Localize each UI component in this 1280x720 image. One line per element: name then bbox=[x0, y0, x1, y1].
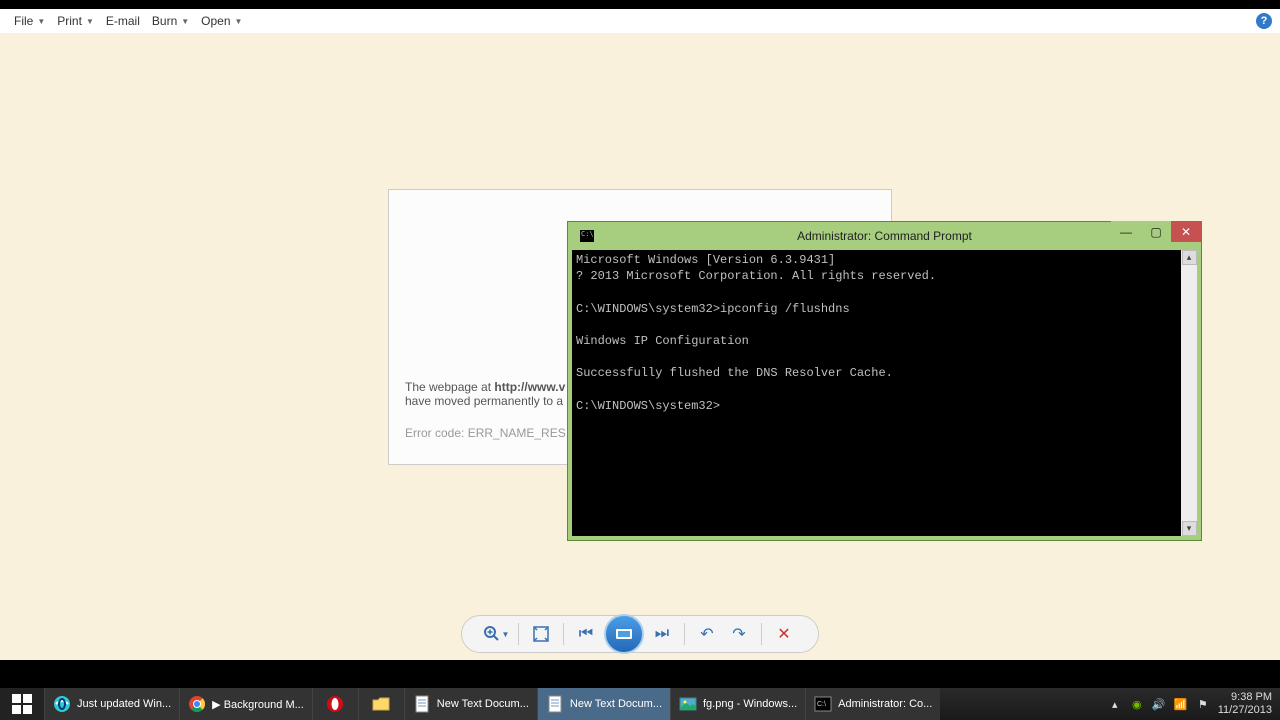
caret-icon: ▼ bbox=[181, 17, 189, 26]
photo-viewer-menubar: File▼ Print▼ E-mail Burn▼ Open▼ ? bbox=[0, 9, 1280, 33]
taskbar-item-label: Just updated Win... bbox=[77, 698, 171, 710]
taskbar-clock[interactable]: 9:38 PM 11/27/2013 bbox=[1218, 691, 1272, 716]
caret-icon: ▼ bbox=[37, 17, 45, 26]
command-prompt-window[interactable]: Administrator: Command Prompt — ▢ ✕ Micr… bbox=[567, 221, 1202, 541]
cmd-icon bbox=[580, 230, 594, 242]
window-controls: — ▢ ✕ bbox=[1111, 221, 1201, 242]
next-button[interactable]: ⏭ bbox=[648, 620, 676, 648]
taskbar-item-label: ▶ Background M... bbox=[212, 698, 304, 711]
ie-icon bbox=[53, 695, 71, 713]
scroll-down-icon[interactable]: ▾ bbox=[1182, 521, 1197, 536]
svg-text:C:\: C:\ bbox=[817, 701, 826, 708]
error-code: Error code: ERR_NAME_RES bbox=[405, 426, 566, 440]
cmd-window-title: Administrator: Command Prompt bbox=[797, 229, 972, 243]
cmd-output[interactable]: Microsoft Windows [Version 6.3.9431] ? 2… bbox=[572, 250, 1181, 536]
taskbar-item[interactable]: fg.png - Windows... bbox=[670, 688, 805, 720]
close-button[interactable]: ✕ bbox=[1171, 221, 1201, 242]
windows-logo-icon bbox=[12, 694, 32, 714]
taskbar: Just updated Win... ▶ Background M... New … bbox=[0, 688, 1280, 720]
menu-burn[interactable]: Burn▼ bbox=[146, 14, 195, 28]
previous-button[interactable]: ⏮ bbox=[572, 620, 600, 648]
opera-icon bbox=[326, 695, 344, 713]
delete-button[interactable]: ✕ bbox=[770, 620, 798, 648]
volume-icon[interactable]: 🔊 bbox=[1152, 697, 1166, 711]
explorer-icon bbox=[372, 695, 390, 713]
maximize-button[interactable]: ▢ bbox=[1141, 221, 1171, 242]
network-icon[interactable]: 📶 bbox=[1174, 697, 1188, 711]
rotate-ccw-button[interactable]: ↶ bbox=[693, 620, 721, 648]
action-center-icon[interactable]: ⚑ bbox=[1196, 697, 1210, 711]
taskbar-item[interactable]: C:\ Administrator: Co... bbox=[805, 688, 940, 720]
taskbar-item[interactable]: New Text Docum... bbox=[537, 688, 670, 720]
cmd-scrollbar[interactable]: ▴ ▾ bbox=[1181, 250, 1197, 536]
photo-viewer-controls: ▼ ⏮ ⏭ ↶ ↷ ✕ bbox=[461, 615, 819, 653]
taskbar-item[interactable]: Just updated Win... bbox=[44, 688, 179, 720]
notepad-icon bbox=[546, 695, 564, 713]
zoom-button[interactable]: ▼ bbox=[482, 620, 510, 648]
rotate-cw-button[interactable]: ↷ bbox=[725, 620, 753, 648]
taskbar-item[interactable] bbox=[312, 688, 358, 720]
chrome-icon bbox=[188, 695, 206, 713]
caret-icon: ▼ bbox=[235, 17, 243, 26]
fit-button[interactable] bbox=[527, 620, 555, 648]
menu-file[interactable]: File▼ bbox=[8, 14, 51, 28]
menu-print[interactable]: Print▼ bbox=[51, 14, 100, 28]
photo-icon bbox=[679, 695, 697, 713]
nvidia-icon[interactable]: ◉ bbox=[1130, 697, 1144, 711]
slideshow-button[interactable] bbox=[604, 614, 644, 654]
system-tray: ▴ ◉ 🔊 📶 ⚑ 9:38 PM 11/27/2013 bbox=[1100, 688, 1280, 720]
taskbar-item-label: fg.png - Windows... bbox=[703, 698, 797, 710]
photo-viewer-canvas: This w The webpage at http://www.v have … bbox=[0, 33, 1280, 660]
taskbar-item-label: New Text Docum... bbox=[437, 698, 529, 710]
cmd-titlebar[interactable]: Administrator: Command Prompt — ▢ ✕ bbox=[568, 222, 1201, 250]
notepad-icon bbox=[413, 695, 431, 713]
taskbar-item[interactable] bbox=[358, 688, 404, 720]
minimize-button[interactable]: — bbox=[1111, 221, 1141, 242]
cmd-body: Microsoft Windows [Version 6.3.9431] ? 2… bbox=[572, 250, 1197, 536]
taskbar-item-label: New Text Docum... bbox=[570, 698, 662, 710]
menu-email[interactable]: E-mail bbox=[100, 14, 146, 28]
tray-chevron-icon[interactable]: ▴ bbox=[1108, 697, 1122, 711]
taskbar-item[interactable]: New Text Docum... bbox=[404, 688, 537, 720]
menu-open[interactable]: Open▼ bbox=[195, 14, 248, 28]
cmd-icon: C:\ bbox=[814, 695, 832, 713]
start-button[interactable] bbox=[0, 688, 44, 720]
help-icon[interactable]: ? bbox=[1256, 13, 1272, 29]
taskbar-item-label: Administrator: Co... bbox=[838, 698, 932, 710]
error-body: The webpage at http://www.v have moved p… bbox=[405, 380, 565, 408]
taskbar-item[interactable]: ▶ Background M... bbox=[179, 688, 312, 720]
scroll-up-icon[interactable]: ▴ bbox=[1182, 250, 1197, 265]
caret-icon: ▼ bbox=[86, 17, 94, 26]
